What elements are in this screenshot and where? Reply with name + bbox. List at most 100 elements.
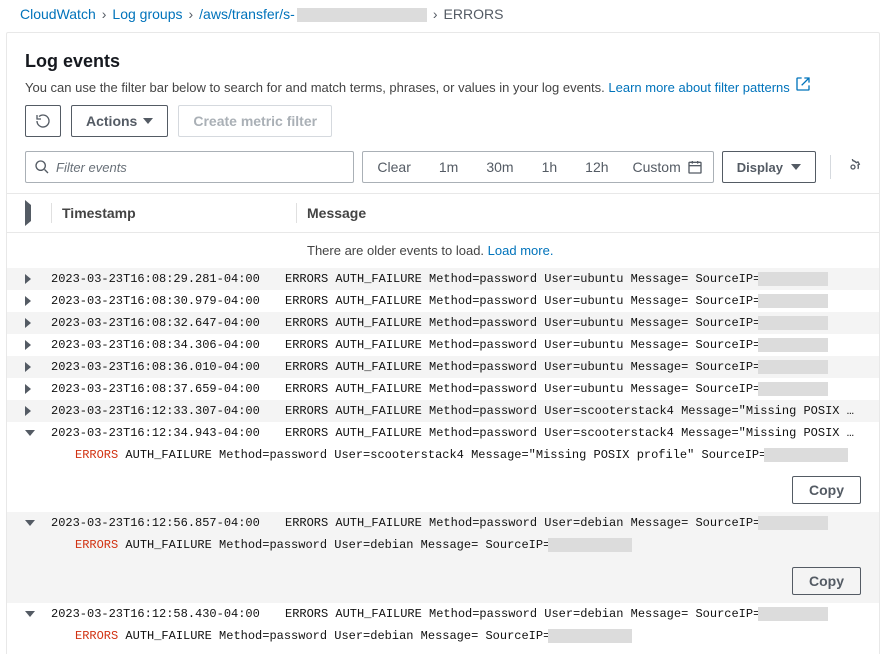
caret-down-icon [25, 611, 35, 617]
redacted-ip [758, 360, 828, 374]
create-metric-filter-button: Create metric filter [178, 105, 332, 137]
caret-right-icon [25, 384, 31, 394]
row-expand-toggle[interactable] [25, 406, 51, 416]
expanded-log-block: ERRORS AUTH_FAILURE Method=password User… [7, 444, 879, 512]
redacted-ip [764, 448, 848, 462]
range-12h[interactable]: 12h [571, 152, 622, 182]
error-keyword: ERRORS [75, 539, 118, 553]
row-timestamp: 2023-03-23T16:12:34.943-04:00 [51, 426, 285, 440]
row-message: ERRORS AUTH_FAILURE Method=password User… [285, 426, 861, 440]
expand-all-toggle[interactable] [25, 205, 51, 221]
caret-right-icon [25, 362, 31, 372]
row-timestamp: 2023-03-23T16:08:29.281-04:00 [51, 272, 285, 286]
row-message: ERRORS AUTH_FAILURE Method=password User… [285, 404, 861, 418]
caret-right-icon [25, 274, 31, 284]
breadcrumb-log-path[interactable]: /aws/transfer/s- [199, 6, 427, 22]
expanded-log-block: ERRORS AUTH_FAILURE Method=password User… [7, 534, 879, 602]
row-message: ERRORS AUTH_FAILURE Method=password User… [285, 607, 861, 621]
column-timestamp: Timestamp [62, 205, 296, 221]
expanded-message: AUTH_FAILURE Method=password User=scoote… [118, 448, 766, 462]
row-message: ERRORS AUTH_FAILURE Method=password User… [285, 382, 861, 396]
row-expand-toggle[interactable] [25, 274, 51, 284]
row-message: ERRORS AUTH_FAILURE Method=password User… [285, 338, 861, 352]
redacted-ip [758, 316, 828, 330]
breadcrumb-current: ERRORS [444, 6, 504, 22]
row-timestamp: 2023-03-23T16:12:33.307-04:00 [51, 404, 285, 418]
row-expand-toggle[interactable] [25, 340, 51, 350]
expanded-message: AUTH_FAILURE Method=password User=debian… [118, 539, 550, 553]
redacted-ip [758, 516, 828, 530]
caret-down-icon [25, 520, 35, 526]
redacted-ip [758, 338, 828, 352]
log-row: 2023-03-23T16:12:34.943-04:00ERRORS AUTH… [7, 422, 879, 444]
range-custom[interactable]: Custom [623, 152, 713, 182]
breadcrumb: CloudWatch › Log groups › /aws/transfer/… [0, 0, 886, 32]
row-timestamp: 2023-03-23T16:12:58.430-04:00 [51, 607, 285, 621]
display-button[interactable]: Display [722, 151, 816, 183]
expanded-log-block: ERRORS AUTH_FAILURE Method=password User… [7, 625, 879, 654]
copy-button[interactable]: Copy [792, 567, 861, 595]
error-keyword: ERRORS [75, 629, 118, 643]
time-range-group: Clear 1m 30m 1h 12h Custom [362, 151, 713, 183]
row-timestamp: 2023-03-23T16:08:37.659-04:00 [51, 382, 285, 396]
caret-right-icon [25, 200, 31, 226]
redacted-ip [758, 607, 828, 621]
row-message: ERRORS AUTH_FAILURE Method=password User… [285, 294, 861, 308]
row-timestamp: 2023-03-23T16:08:34.306-04:00 [51, 338, 285, 352]
range-1h[interactable]: 1h [528, 152, 572, 182]
log-row: 2023-03-23T16:12:58.430-04:00ERRORS AUTH… [7, 603, 879, 625]
row-message: ERRORS AUTH_FAILURE Method=password User… [285, 360, 861, 374]
learn-more-link[interactable]: Learn more about filter patterns [608, 80, 811, 95]
row-expand-toggle[interactable] [25, 318, 51, 328]
chevron-right-icon: › [102, 6, 107, 22]
caret-down-icon [791, 164, 801, 170]
actions-button[interactable]: Actions [71, 105, 168, 137]
gear-icon[interactable] [845, 159, 861, 175]
page-title: Log events [25, 51, 861, 72]
calendar-icon [687, 159, 703, 175]
log-row: 2023-03-23T16:08:34.306-04:00ERRORS AUTH… [7, 334, 879, 356]
row-expand-toggle[interactable] [25, 384, 51, 394]
log-row: 2023-03-23T16:08:29.281-04:00ERRORS AUTH… [7, 268, 879, 290]
caret-down-icon [143, 118, 153, 124]
caret-right-icon [25, 296, 31, 306]
chevron-right-icon: › [433, 6, 438, 22]
row-message: ERRORS AUTH_FAILURE Method=password User… [285, 272, 861, 286]
caret-down-icon [25, 430, 35, 436]
chevron-right-icon: › [188, 6, 193, 22]
range-30m[interactable]: 30m [472, 152, 527, 182]
expanded-message: AUTH_FAILURE Method=password User=debian… [118, 629, 550, 643]
redacted-ip [758, 294, 828, 308]
breadcrumb-root[interactable]: CloudWatch [20, 6, 96, 22]
log-row: 2023-03-23T16:08:36.010-04:00ERRORS AUTH… [7, 356, 879, 378]
caret-right-icon [25, 318, 31, 328]
row-expand-toggle[interactable] [25, 611, 51, 617]
row-expand-toggle[interactable] [25, 362, 51, 372]
row-expand-toggle[interactable] [25, 296, 51, 306]
redacted-path [297, 8, 427, 22]
log-row: 2023-03-23T16:12:56.857-04:00ERRORS AUTH… [7, 512, 879, 534]
redacted-ip [758, 272, 828, 286]
range-1m[interactable]: 1m [425, 152, 472, 182]
redacted-ip [548, 538, 632, 552]
row-timestamp: 2023-03-23T16:08:30.979-04:00 [51, 294, 285, 308]
error-keyword: ERRORS [75, 448, 118, 462]
page-subtitle: You can use the filter bar below to sear… [25, 76, 861, 95]
breadcrumb-log-groups[interactable]: Log groups [112, 6, 182, 22]
row-message: ERRORS AUTH_FAILURE Method=password User… [285, 316, 861, 330]
copy-button[interactable]: Copy [792, 476, 861, 504]
log-row: 2023-03-23T16:08:37.659-04:00ERRORS AUTH… [7, 378, 879, 400]
row-timestamp: 2023-03-23T16:08:32.647-04:00 [51, 316, 285, 330]
redacted-ip [548, 629, 632, 643]
log-row: 2023-03-23T16:12:33.307-04:00ERRORS AUTH… [7, 400, 879, 422]
refresh-button[interactable] [25, 105, 61, 137]
row-expand-toggle[interactable] [25, 430, 51, 436]
row-expand-toggle[interactable] [25, 520, 51, 526]
older-events-row: There are older events to load. Load mor… [7, 233, 879, 268]
redacted-ip [758, 382, 828, 396]
vertical-separator [830, 155, 831, 179]
load-more-link[interactable]: Load more. [488, 243, 554, 258]
range-clear[interactable]: Clear [363, 152, 424, 182]
caret-right-icon [25, 340, 31, 350]
filter-events-input[interactable]: Filter events [25, 151, 354, 183]
